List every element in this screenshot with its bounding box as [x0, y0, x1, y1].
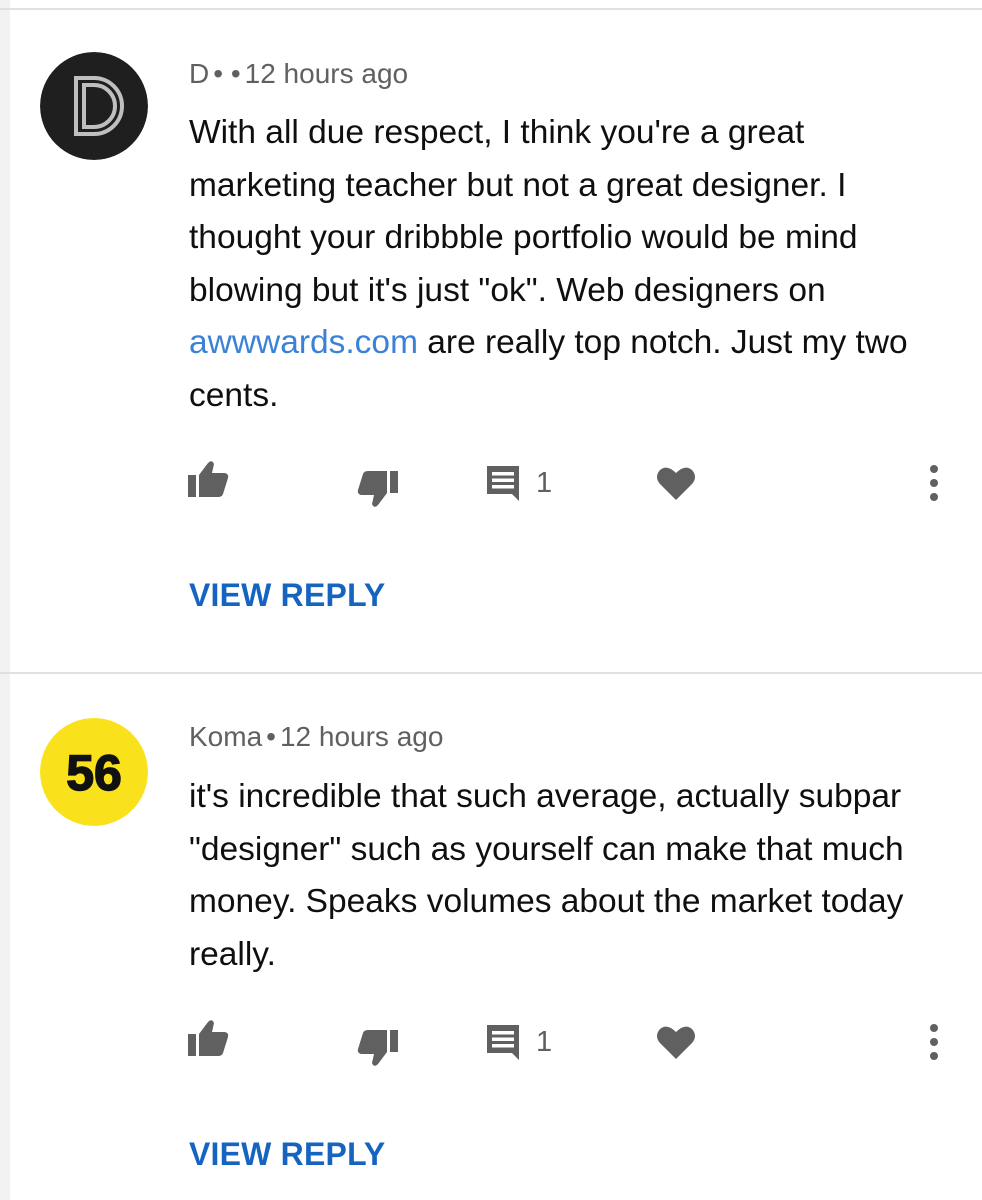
comment-actions: 1 — [0, 455, 982, 515]
thumbs-up-icon — [188, 461, 229, 497]
avatar-d[interactable] — [40, 52, 148, 160]
more-vert-icon — [930, 1024, 938, 1060]
comment-actions: 1 — [0, 1014, 982, 1074]
author-name[interactable]: Koma — [189, 721, 262, 752]
more-options-button[interactable] — [926, 1022, 942, 1062]
d-logo-icon — [40, 52, 148, 160]
number-56-icon: 56 — [40, 718, 148, 826]
author-name[interactable]: D — [189, 58, 209, 89]
heart-button[interactable] — [656, 1024, 696, 1060]
view-reply-button[interactable]: VIEW REPLY — [189, 1136, 385, 1173]
comment-icon — [487, 466, 519, 501]
more-vert-icon — [930, 465, 938, 501]
reply-count: 1 — [536, 1025, 553, 1058]
avatar-koma[interactable]: 56 — [40, 718, 148, 826]
reply-count: 1 — [536, 466, 553, 499]
comment-icon — [487, 1025, 519, 1060]
dislike-button[interactable] — [356, 469, 400, 509]
comment-text: With all due respect, I think you're a g… — [189, 107, 949, 422]
avatar-number: 56 — [66, 745, 122, 801]
comment-meta: D • • 12 hours ago — [189, 58, 408, 90]
heart-button[interactable] — [656, 465, 696, 501]
thumbs-down-icon — [357, 1030, 398, 1066]
reply-button[interactable]: 1 — [484, 463, 552, 503]
author-dots: • • — [213, 58, 241, 89]
like-button[interactable] — [186, 459, 230, 499]
divider-between-comments — [0, 672, 982, 674]
timestamp[interactable]: 12 hours ago — [280, 721, 443, 752]
heart-icon — [657, 467, 695, 500]
thumbs-up-icon — [188, 1020, 229, 1056]
timestamp[interactable]: 12 hours ago — [245, 58, 408, 89]
like-button[interactable] — [186, 1018, 230, 1058]
comment-text-part: With all due respect, I think you're a g… — [189, 114, 858, 309]
divider-top — [0, 8, 982, 10]
dislike-button[interactable] — [356, 1028, 400, 1068]
awwwards-link[interactable]: awwwards.com — [189, 324, 418, 361]
heart-icon — [657, 1026, 695, 1059]
more-options-button[interactable] — [926, 463, 942, 503]
reply-button[interactable]: 1 — [484, 1022, 552, 1062]
comment-text-part: it's incredible that such average, actua… — [189, 778, 904, 973]
comment-text: it's incredible that such average, actua… — [189, 771, 949, 981]
comment-meta: Koma • 12 hours ago — [189, 721, 443, 753]
author-dots: • — [266, 721, 276, 752]
thumbs-down-icon — [357, 471, 398, 507]
view-reply-button[interactable]: VIEW REPLY — [189, 577, 385, 614]
